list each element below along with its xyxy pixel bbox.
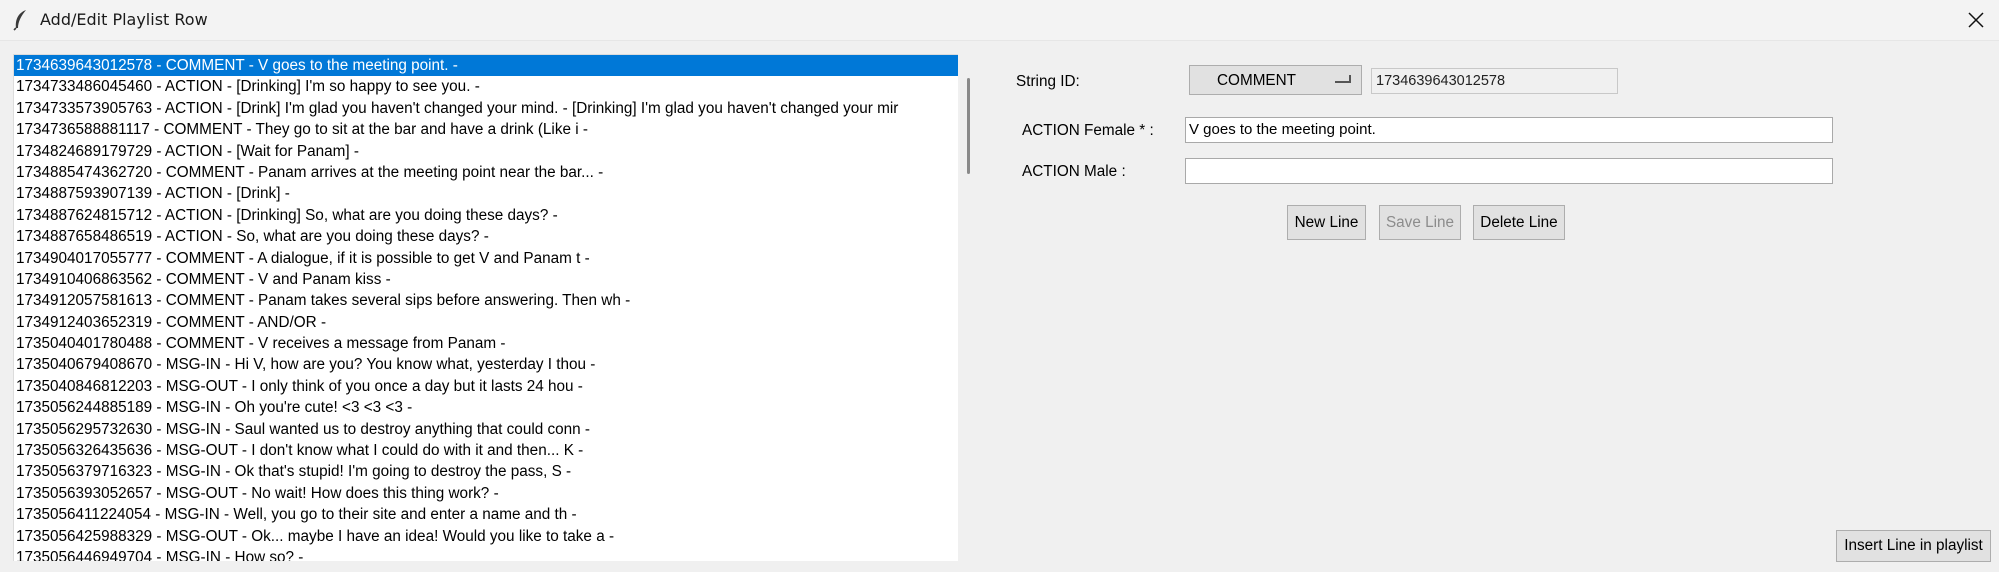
- list-item[interactable]: 1734912057581613 - COMMENT - Panam takes…: [14, 290, 958, 311]
- list-item[interactable]: 1734639643012578 - COMMENT - V goes to t…: [14, 55, 958, 77]
- list-scrollbar[interactable]: [958, 54, 986, 560]
- list-item[interactable]: 1734885474362720 - COMMENT - Panam arriv…: [14, 162, 958, 183]
- list-item[interactable]: 1734912403652319 - COMMENT - AND/OR -: [14, 312, 958, 333]
- list-item[interactable]: 1735056379716323 - MSG-IN - Ok that's st…: [14, 461, 958, 482]
- list-item[interactable]: 1734733486045460 - ACTION - [Drinking] I…: [14, 76, 958, 97]
- list-item[interactable]: 1735040401780488 - COMMENT - V receives …: [14, 333, 958, 354]
- save-line-button[interactable]: Save Line: [1379, 205, 1461, 240]
- close-button[interactable]: [1953, 0, 1999, 40]
- list-item[interactable]: 1734887624815712 - ACTION - [Drinking] S…: [14, 205, 958, 226]
- list-item[interactable]: 1735040679408670 - MSG-IN - Hi V, how ar…: [14, 354, 958, 375]
- list-item[interactable]: 1735056244885189 - MSG-IN - Oh you're cu…: [14, 397, 958, 418]
- dropdown-indicator-icon: [1335, 75, 1351, 83]
- list-item[interactable]: 1734887593907139 - ACTION - [Drink] -: [14, 183, 958, 204]
- list-item[interactable]: 1735056425988329 - MSG-OUT - Ok... maybe…: [14, 526, 958, 547]
- list-item[interactable]: 1734824689179729 - ACTION - [Wait for Pa…: [14, 141, 958, 162]
- delete-line-button[interactable]: Delete Line: [1473, 205, 1565, 240]
- list-item[interactable]: 1735056446949704 - MSG-IN - How so? -: [14, 547, 958, 561]
- female-label: ACTION Female * :: [1022, 122, 1154, 139]
- action-female-input[interactable]: V goes to the meeting point.: [1185, 117, 1833, 143]
- window-title: Add/Edit Playlist Row: [40, 10, 208, 29]
- list-item[interactable]: 1734733573905763 - ACTION - [Drink] I'm …: [14, 98, 958, 119]
- insert-line-button[interactable]: Insert Line in playlist: [1836, 530, 1991, 562]
- list-item[interactable]: 1735056411224054 - MSG-IN - Well, you go…: [14, 504, 958, 525]
- title-bar: Add/Edit Playlist Row: [0, 0, 1999, 41]
- list-item[interactable]: 1734910406863562 - COMMENT - V and Panam…: [14, 269, 958, 290]
- list-item[interactable]: 1734904017055777 - COMMENT - A dialogue,…: [14, 248, 958, 269]
- string-id-field: 1734639643012578: [1371, 68, 1618, 94]
- new-line-button[interactable]: New Line: [1287, 205, 1366, 240]
- list-item[interactable]: 1734887658486519 - ACTION - So, what are…: [14, 226, 958, 247]
- type-dropdown-value: COMMENT: [1217, 72, 1297, 89]
- string-id-label: String ID:: [1016, 73, 1080, 90]
- list-item[interactable]: 1734736588881117 - COMMENT - They go to …: [14, 119, 958, 140]
- playlist-listbox[interactable]: 1734639643012578 - COMMENT - V goes to t…: [13, 54, 958, 561]
- action-male-input[interactable]: [1185, 158, 1833, 184]
- list-item[interactable]: 1735056295732630 - MSG-IN - Saul wanted …: [14, 419, 958, 440]
- type-dropdown[interactable]: COMMENT: [1189, 65, 1362, 95]
- list-item[interactable]: 1735056326435636 - MSG-OUT - I don't kno…: [14, 440, 958, 461]
- male-label: ACTION Male :: [1022, 163, 1126, 180]
- list-item[interactable]: 1735056393052657 - MSG-OUT - No wait! Ho…: [14, 483, 958, 504]
- feather-icon: [13, 10, 26, 31]
- list-scrollbar-thumb[interactable]: [967, 78, 970, 174]
- list-item[interactable]: 1735040846812203 - MSG-OUT - I only thin…: [14, 376, 958, 397]
- close-icon: [1968, 12, 1984, 28]
